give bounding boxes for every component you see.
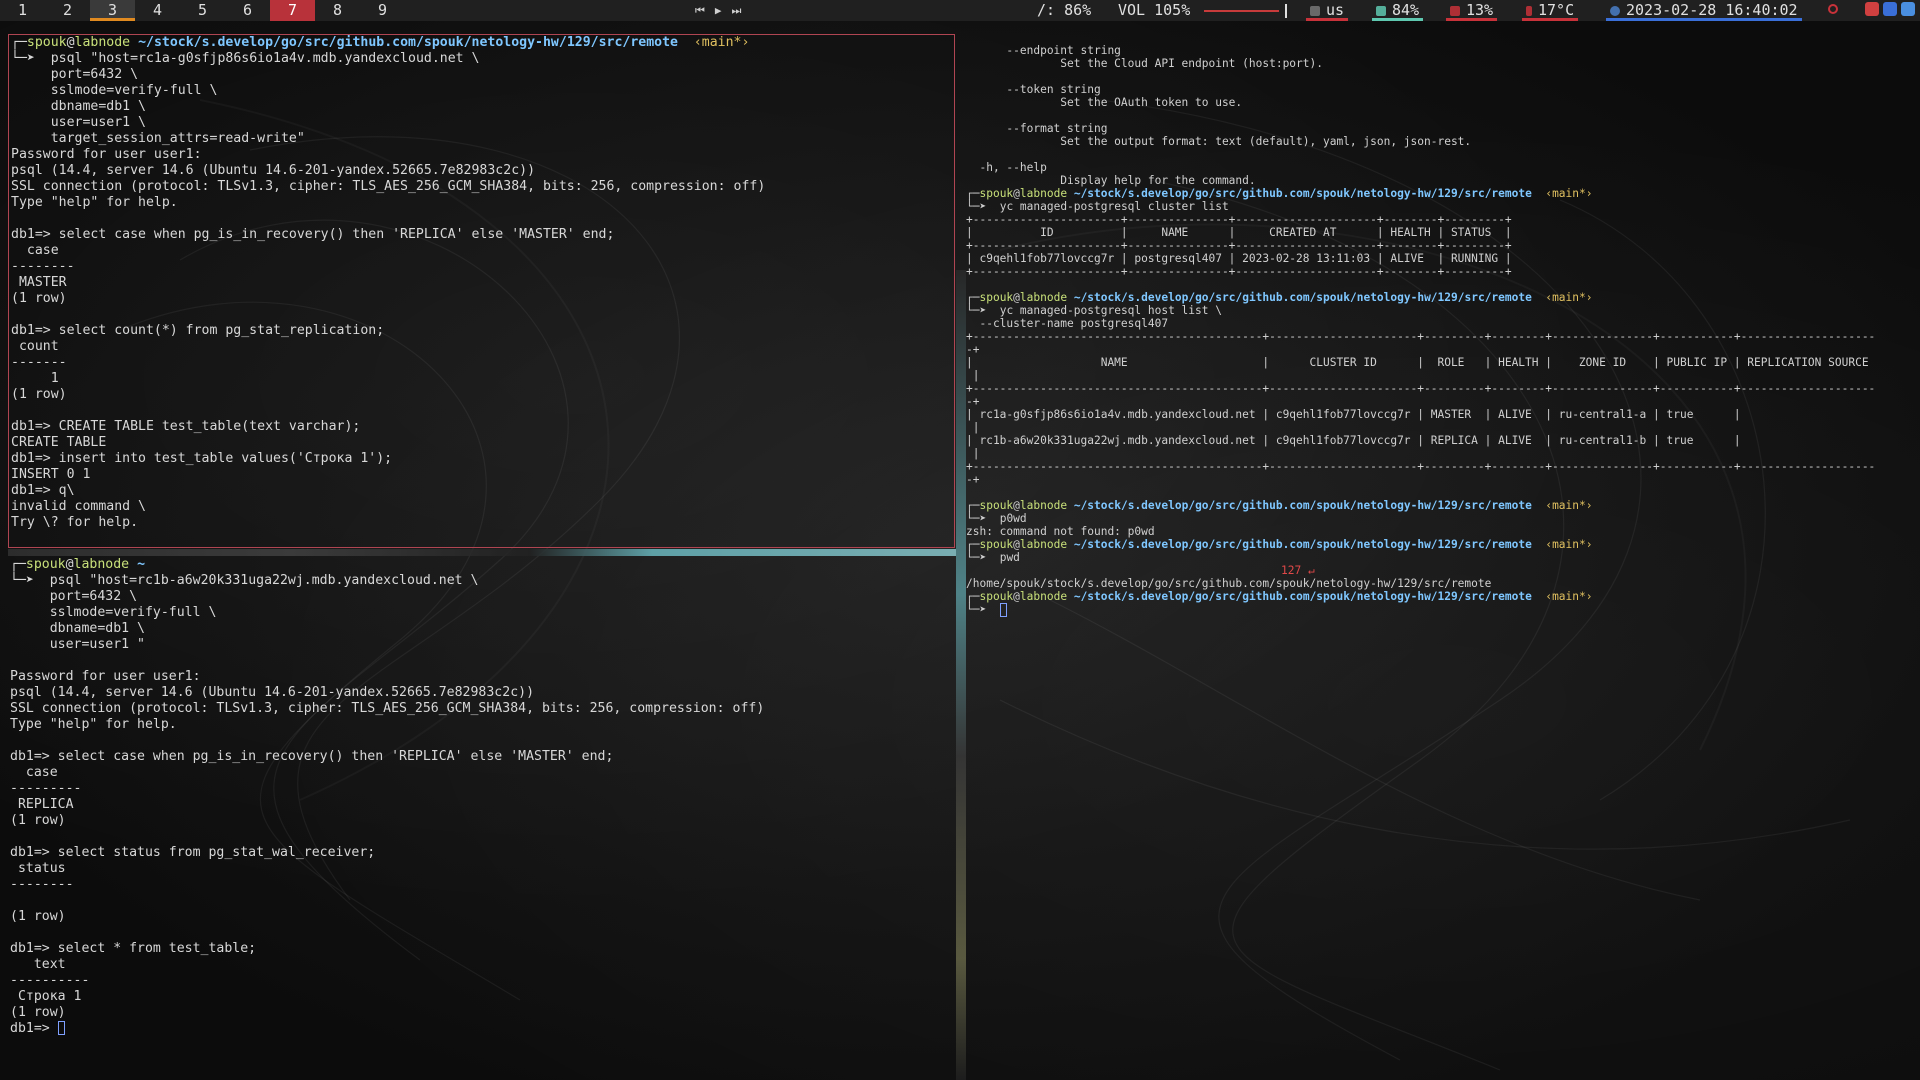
tray-app-icon[interactable] xyxy=(1865,2,1879,16)
terminal-replica-command: └─➤ psql "host=rc1b-a6w20k331uga22wj.mdb… xyxy=(10,573,479,588)
workspace-6[interactable]: 6 xyxy=(225,0,270,21)
terminal-replica[interactable]: ┌─spouk@labnode ~ └─➤ psql "host=rc1b-a6… xyxy=(8,557,955,1067)
volume-indicator[interactable]: VOL 105% xyxy=(1118,0,1288,21)
yc-prompt-3: ┌─spouk@labnode ~/stock/s.develop/go/src… xyxy=(966,499,1593,512)
terminal-replica-output: port=6432 \ sslmode=verify-full \ dbname… xyxy=(10,589,765,1020)
workspace-8[interactable]: 8 xyxy=(315,0,360,21)
system-tray xyxy=(1865,2,1915,16)
volume-bar-end xyxy=(1285,3,1288,18)
disk-usage: /: 86% xyxy=(1037,0,1091,21)
yc-command-pwd: └─➤ pwd xyxy=(966,551,1020,564)
yc-pwd-output: /home/spouk/stock/s.develop/go/src/githu… xyxy=(966,577,1492,590)
tray-settings-icon[interactable] xyxy=(1901,2,1915,16)
host-list-table: +---------------------------------------… xyxy=(966,330,1876,486)
disk-usage-label: /: 86% xyxy=(1037,1,1092,19)
cpu-icon xyxy=(1450,5,1460,16)
power-icon[interactable] xyxy=(1828,4,1838,14)
status-bar: 1 2 3 4 5 6 7 8 9 ⏮ ▶ ⏭ /: 86% VOL 105% … xyxy=(0,0,1920,21)
yc-command-cluster-list: └─➤ yc managed-postgresql cluster list xyxy=(966,200,1229,213)
yc-prompt-4: ┌─spouk@labnode ~/stock/s.develop/go/src… xyxy=(966,538,1593,551)
media-controls: ⏮ ▶ ⏭ xyxy=(695,0,741,21)
yc-prompt-1: ┌─spouk@labnode ~/stock/s.develop/go/src… xyxy=(966,187,1593,200)
yc-input-line[interactable]: └─➤ xyxy=(966,603,1916,617)
next-track-icon[interactable]: ⏭ xyxy=(732,4,742,18)
volume-label: VOL 105% xyxy=(1118,1,1191,19)
terminal-master-output: port=6432 \ sslmode=verify-full \ dbname… xyxy=(11,67,766,530)
terminal-master-prompt: ┌─spouk@labnode ~/stock/s.develop/go/src… xyxy=(11,35,750,50)
exit-code-indicator: 127 ↵ xyxy=(1281,564,1315,577)
tray-network-icon[interactable] xyxy=(1883,2,1897,16)
battery-icon xyxy=(1376,5,1386,16)
yc-command-host-list-cont: --cluster-name postgresql407 xyxy=(966,317,1169,330)
cluster-list-table: +----------------------+---------------+… xyxy=(966,213,1512,278)
yc-prompt-2: ┌─spouk@labnode ~/stock/s.develop/go/src… xyxy=(966,291,1593,304)
play-icon[interactable]: ▶ xyxy=(715,4,722,17)
workspace-3[interactable]: 3 xyxy=(90,0,135,21)
workspace-5[interactable]: 5 xyxy=(180,0,225,21)
workspace-2[interactable]: 2 xyxy=(45,0,90,21)
clock-icon xyxy=(1610,5,1620,16)
workspace-7[interactable]: 7 xyxy=(270,0,315,21)
clock[interactable]: 2023-02-28 16:40:02 xyxy=(1606,0,1802,21)
battery-indicator: 84% xyxy=(1372,0,1424,21)
pane-divider-horizontal xyxy=(8,549,956,556)
temperature-indicator: 17°C xyxy=(1522,0,1579,21)
cpu-indicator: 13% xyxy=(1446,0,1498,21)
keyboard-icon xyxy=(1310,5,1320,16)
pane-divider xyxy=(956,270,966,1080)
yc-error-output: zsh: command not found: p0wd xyxy=(966,525,1155,538)
terminal-master-command: └─➤ psql "host=rc1a-g0sfjp86s6io1a4v.mdb… xyxy=(11,51,480,66)
keyboard-layout[interactable]: us xyxy=(1306,0,1349,21)
terminal-replica-prompt: ┌─spouk@labnode ~ xyxy=(10,557,146,572)
text-cursor xyxy=(57,1021,65,1035)
workspace-4[interactable]: 4 xyxy=(135,0,180,21)
yc-help-output: --endpoint string Set the Cloud API endp… xyxy=(979,44,1472,187)
volume-bar[interactable] xyxy=(1204,9,1280,12)
terminal-yc-cli[interactable]: --endpoint string Set the Cloud API endp… xyxy=(966,44,1916,1070)
thermometer-icon xyxy=(1526,5,1532,16)
terminal-master[interactable]: ┌─spouk@labnode ~/stock/s.develop/go/src… xyxy=(8,34,955,548)
previous-track-icon[interactable]: ⏮ xyxy=(695,4,705,18)
workspace-9[interactable]: 9 xyxy=(360,0,405,21)
terminal-replica-input-line[interactable]: db1=> xyxy=(10,1021,955,1037)
text-cursor xyxy=(999,603,1007,617)
workspace-1[interactable]: 1 xyxy=(0,0,45,21)
yc-command-p0wd: └─➤ p0wd xyxy=(966,512,1027,525)
yc-prompt-5: ┌─spouk@labnode ~/stock/s.develop/go/src… xyxy=(966,590,1593,603)
yc-command-host-list: └─➤ yc managed-postgresql host list \ xyxy=(966,304,1222,317)
